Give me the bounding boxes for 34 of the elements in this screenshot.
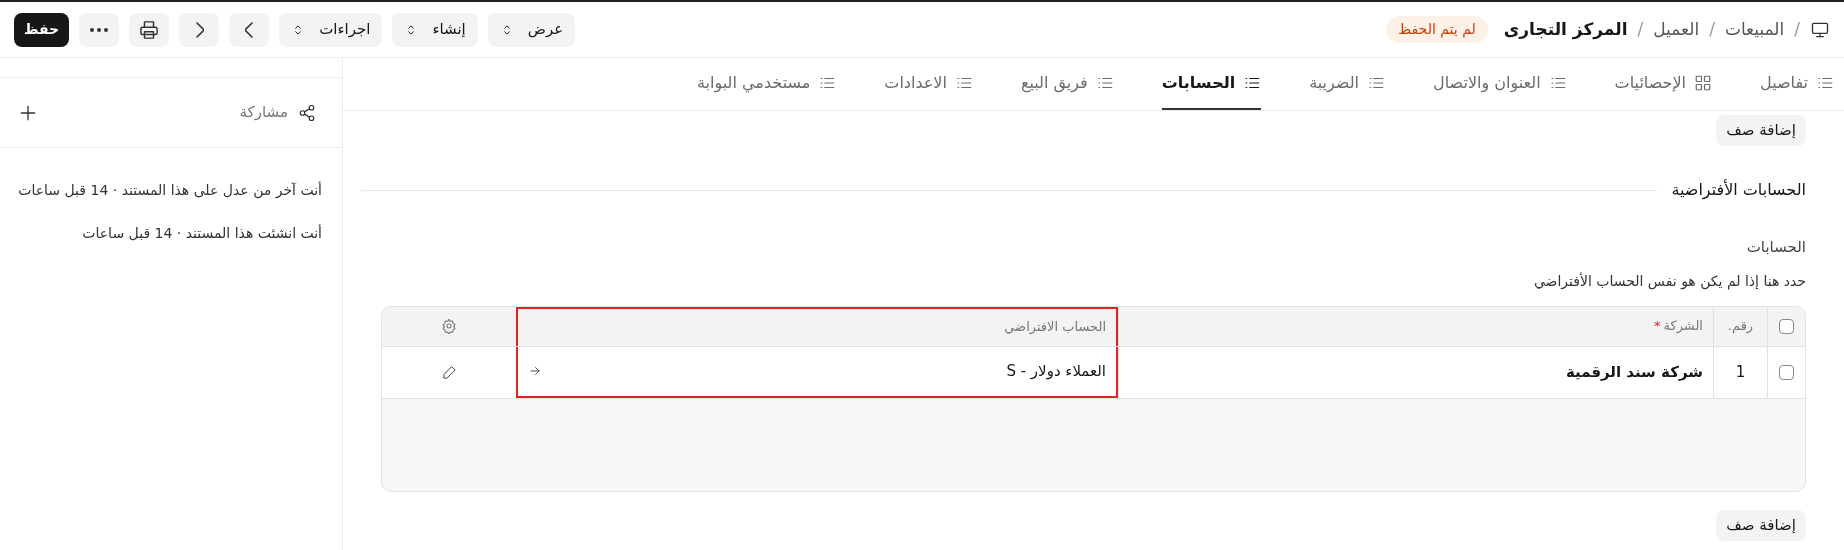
dropdown-button[interactable]: إنشاء — [392, 12, 478, 47]
tab[interactable]: الضريبة — [1309, 58, 1386, 110]
section-title: الحسابات الأفتراضية — [1671, 178, 1806, 202]
add-row-button[interactable]: إضافة صف — [1716, 509, 1806, 541]
save-button[interactable]: حفظ — [14, 12, 70, 47]
tab[interactable]: العنوان والاتصال — [1433, 58, 1567, 110]
table-cell-text: العملاء دولار - S — [1006, 360, 1106, 382]
table-cell-text: 1 — [1735, 361, 1746, 383]
breadcrumb-separator: / — [1709, 17, 1715, 41]
breadcrumb-separator: / — [1637, 17, 1644, 41]
breadcrumb-link[interactable]: المبيعات — [1724, 16, 1785, 43]
tab[interactable]: تفاصيل — [1760, 58, 1834, 110]
breadcrumb-link[interactable]: المركز التجارى — [1503, 16, 1628, 43]
activity-entry: أنت انشئت هذا المستند · 14 قبل ساعات — [81, 223, 322, 243]
breadcrumb-separator: / — [1794, 17, 1800, 41]
required-mark: * — [1654, 317, 1661, 336]
tab[interactable]: مستخدمي البوابة — [697, 58, 837, 110]
share-button[interactable]: مشاركة — [239, 101, 316, 124]
column-header: رقم. — [1727, 317, 1754, 336]
dropdown-button[interactable]: عرض — [487, 12, 576, 47]
tab[interactable]: الإحصائيات — [1614, 58, 1713, 110]
field-label: الحسابات — [1746, 237, 1806, 258]
activity-entry: أنت آخر من عدل على هذا المستند · 14 قبل ساعات — [17, 180, 322, 201]
table-cell-text: شركة سند الرقمية — [1565, 361, 1703, 383]
column-header: الشركة — [1663, 317, 1703, 336]
tab[interactable]: الحسابات — [1161, 58, 1262, 110]
tab[interactable]: الاعدادات — [884, 58, 973, 110]
field-description: حدد هنا إذا لم يكن هو نفس الحساب الأفتراضي — [1533, 271, 1806, 292]
status-badge: لم يتم الحفظ — [1386, 16, 1488, 43]
add-row-button[interactable]: إضافة صف — [1716, 115, 1806, 146]
column-header: الحساب الافتراضي — [1004, 318, 1106, 337]
breadcrumb-link[interactable]: العميل — [1653, 16, 1700, 43]
tab[interactable]: فريق البيع — [1020, 58, 1114, 110]
dropdown-button[interactable]: اجراءات — [279, 12, 383, 47]
